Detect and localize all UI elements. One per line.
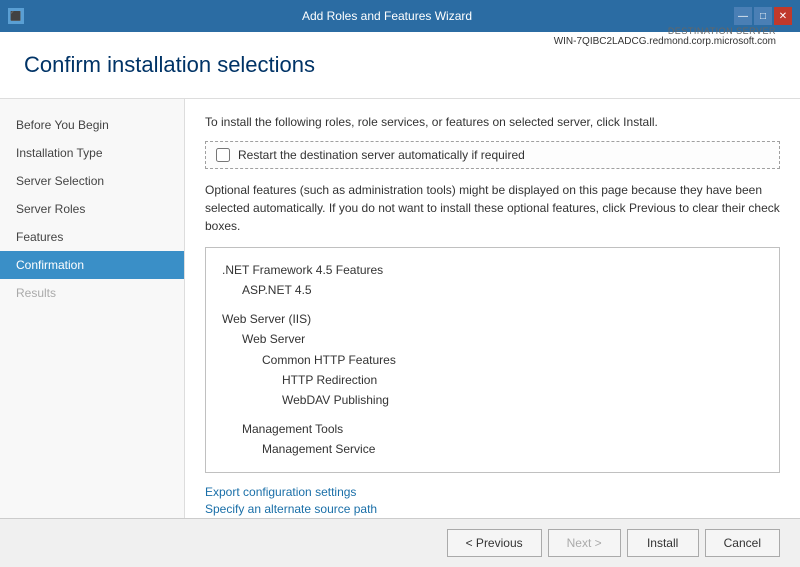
feature-mgmt-tools: Management Tools: [222, 419, 763, 439]
features-box: .NET Framework 4.5 Features ASP.NET 4.5 …: [205, 247, 780, 473]
install-button[interactable]: Install: [627, 529, 699, 557]
feature-http-redirection: HTTP Redirection: [222, 370, 763, 390]
app-icon: ⬛: [8, 8, 24, 24]
sidebar-item-server-roles[interactable]: Server Roles: [0, 195, 184, 223]
destination-server-name: WIN-7QIBC2LADCG.redmond.corp.microsoft.c…: [554, 36, 776, 47]
wizard-container: DESTINATION SERVER WIN-7QIBC2LADCG.redmo…: [0, 32, 800, 567]
feature-net-framework: .NET Framework 4.5 Features: [222, 260, 763, 280]
page-title: Confirm installation selections: [24, 52, 776, 78]
cancel-button[interactable]: Cancel: [705, 529, 780, 557]
main-content: To install the following roles, role ser…: [185, 99, 800, 518]
window-controls: — □ ✕: [734, 7, 792, 25]
restart-checkbox-row: Restart the destination server automatic…: [205, 141, 780, 169]
alternate-source-link[interactable]: Specify an alternate source path: [205, 502, 780, 516]
restart-label: Restart the destination server automatic…: [238, 148, 525, 162]
feature-webdav: WebDAV Publishing: [222, 390, 763, 410]
destination-label: DESTINATION SERVER: [554, 26, 776, 36]
sidebar-item-results: Results: [0, 279, 184, 307]
sidebar-item-installation-type[interactable]: Installation Type: [0, 139, 184, 167]
links-section: Export configuration settings Specify an…: [205, 485, 780, 516]
optional-text: Optional features (such as administratio…: [205, 181, 780, 235]
feature-webserver: Web Server: [222, 329, 763, 349]
feature-common-http: Common HTTP Features: [222, 350, 763, 370]
next-button[interactable]: Next >: [548, 529, 621, 557]
minimize-button[interactable]: —: [734, 7, 752, 25]
feature-aspnet: ASP.NET 4.5: [222, 280, 763, 300]
wizard-footer: < Previous Next > Install Cancel: [0, 518, 800, 567]
wizard-body: Before You Begin Installation Type Serve…: [0, 99, 800, 518]
sidebar-item-features[interactable]: Features: [0, 223, 184, 251]
wizard-header: DESTINATION SERVER WIN-7QIBC2LADCG.redmo…: [0, 32, 800, 99]
sidebar-item-confirmation[interactable]: Confirmation: [0, 251, 184, 279]
export-config-link[interactable]: Export configuration settings: [205, 485, 780, 499]
maximize-button[interactable]: □: [754, 7, 772, 25]
window-title: Add Roles and Features Wizard: [40, 9, 734, 23]
feature-mgmt-service: Management Service: [222, 439, 763, 459]
previous-button[interactable]: < Previous: [447, 529, 542, 557]
sidebar: Before You Begin Installation Type Serve…: [0, 99, 185, 518]
sidebar-item-before-you-begin[interactable]: Before You Begin: [0, 111, 184, 139]
close-button[interactable]: ✕: [774, 7, 792, 25]
sidebar-item-server-selection[interactable]: Server Selection: [0, 167, 184, 195]
destination-server-info: DESTINATION SERVER WIN-7QIBC2LADCG.redmo…: [554, 26, 776, 47]
intro-text: To install the following roles, role ser…: [205, 115, 780, 129]
restart-checkbox[interactable]: [216, 148, 230, 162]
feature-webserver-iis: Web Server (IIS): [222, 309, 763, 329]
